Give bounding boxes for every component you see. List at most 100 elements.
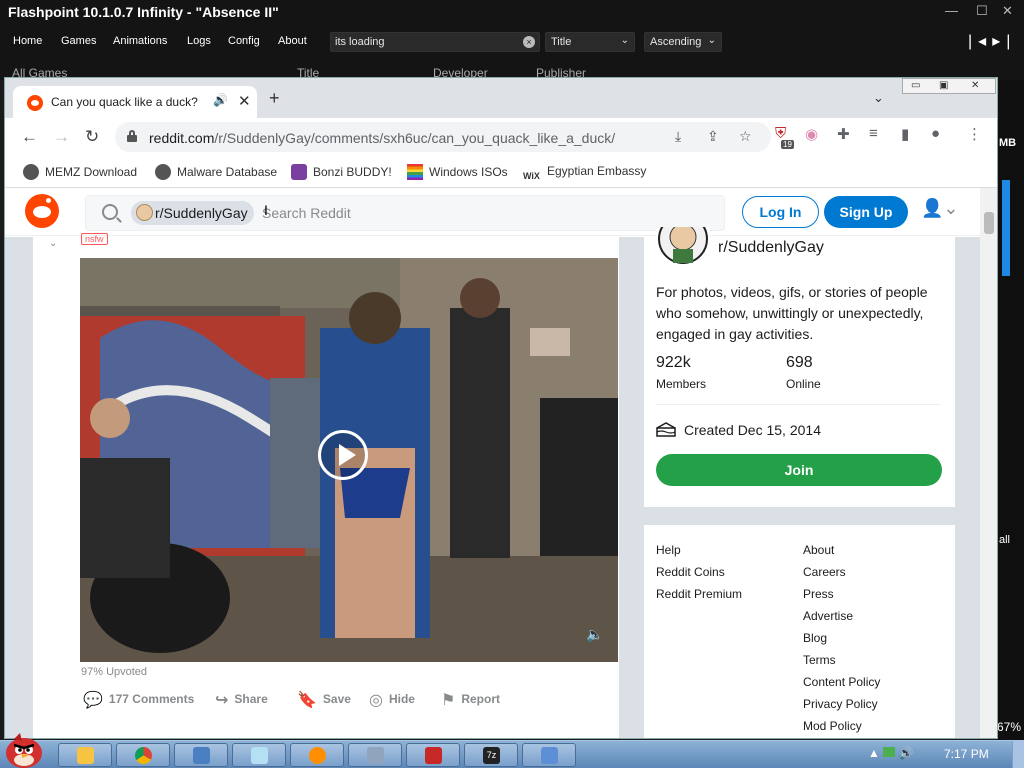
bookmark-memz[interactable]: MEMZ Download [23,164,137,180]
bookmark-windows-isos[interactable]: Windows ISOs [407,164,508,180]
trans-flag-extension-icon[interactable]: ◉ [805,125,818,143]
footer-link[interactable]: Reddit Premium [656,583,742,605]
report-button[interactable]: ⚑ Report [441,690,500,710]
members-count: 922k [656,354,691,371]
footer-link[interactable]: Privacy Policy [803,693,880,715]
chevron-down-icon: ⌄ [620,35,629,46]
online-count: 698 [786,354,813,371]
menu-logs[interactable]: Logs [187,35,211,47]
hide-button[interactable]: ◎ Hide [369,690,415,710]
minimize-icon[interactable]: ▭ [911,80,920,91]
taskbar-virtualbox[interactable] [174,743,228,767]
join-button[interactable]: Join [656,454,942,486]
close-icon[interactable]: ✕ [971,80,979,91]
menu-animations[interactable]: Animations [113,35,167,47]
comments-button[interactable]: 💬 177 Comments [83,690,194,710]
flag-icon: ⚑ [441,692,456,709]
comment-icon: 💬 [83,692,103,709]
signup-button[interactable]: Sign Up [824,196,908,228]
speaker-icon[interactable]: 🔊 [213,93,228,107]
bonzi-icon [291,164,307,180]
bookmark-egyptian-embassy[interactable]: WiX Egyptian Embassy [523,164,646,187]
menu-home[interactable]: Home [13,35,42,47]
side-panel-icon[interactable]: ▮ [901,125,909,143]
maximize-icon[interactable]: ☐ [976,3,988,19]
tab-search-chevron-icon[interactable]: ⌄ [873,90,884,106]
bookmark-bonzi-buddy[interactable]: Bonzi BUDDY! [291,164,392,180]
flashpoint-search-input[interactable]: its loading × [330,32,540,52]
footer-link[interactable]: Help [656,539,742,561]
start-button-angry-bird-icon[interactable] [2,729,46,768]
url-text[interactable]: reddit.com/r/SuddenlyGay/comments/sxh6uc… [149,130,615,146]
share-button[interactable]: ↪ Share [215,690,268,710]
taskbar-7zip[interactable]: 7z [464,743,518,767]
clear-search-icon[interactable]: × [523,36,535,48]
show-desktop-button[interactable] [1012,741,1024,768]
order-direction-select[interactable]: Ascending ⌄ [644,32,722,52]
tab-reddit[interactable]: Can you quack like a duck? - r/ 🔊 ✕ [13,86,257,118]
menu-games[interactable]: Games [61,35,96,47]
video-player[interactable]: 🔈 [80,258,618,662]
subreddit-name[interactable]: r/SuddenlyGay [718,239,824,257]
address-bar[interactable]: reddit.com/r/SuddenlyGay/comments/sxh6uc… [115,122,771,152]
footer-link[interactable]: Terms [803,649,880,671]
search-icon [102,204,118,220]
reddit-search-input[interactable]: r/SuddenlyGay Search Reddit [85,195,725,231]
back-arrow-icon[interactable]: ← [21,127,38,147]
share-icon[interactable]: ⇪ [707,128,719,145]
install-icon[interactable]: ⤓ [675,128,681,145]
restore-icon[interactable]: ▣ [939,80,948,91]
extensions-puzzle-icon[interactable]: ✚ [837,125,850,143]
new-tab-icon[interactable]: + [269,88,280,109]
order-direction-value: Ascending [650,36,702,48]
menu-about[interactable]: About [278,35,307,47]
close-tab-icon[interactable]: ✕ [238,92,251,110]
layout-toggle-icons[interactable]: |◂▸| [968,31,1016,51]
order-by-value: Title [551,36,572,48]
search-placeholder: Search Reddit [262,205,351,221]
taskbar-network[interactable] [348,743,402,767]
volume-icon[interactable]: 🔈 [586,626,603,643]
bookmark-malware-database[interactable]: Malware Database [155,164,277,180]
taskbar-notepad[interactable] [232,743,286,767]
footer-link[interactable]: About [803,539,880,561]
page-scrollbar[interactable] [980,188,997,738]
login-button[interactable]: Log In [742,196,819,228]
lock-icon[interactable] [127,130,137,142]
footer-link[interactable]: Careers [803,561,880,583]
reload-icon[interactable]: ↻ [85,127,99,147]
footer-link[interactable]: Press [803,583,880,605]
members-label: Members [656,377,707,391]
taskbar-keyboard[interactable] [522,743,576,767]
edge-mb-text: MB [999,137,1017,149]
scroll-thumb[interactable] [984,212,994,234]
menu-config[interactable]: Config [228,35,260,47]
taskbar-search-tool[interactable] [290,743,344,767]
footer-link[interactable]: Reddit Coins [656,561,742,583]
footer-link[interactable]: Advertise [803,605,880,627]
clock[interactable]: 7:17 PM [944,747,989,761]
footer-link[interactable]: Content Policy [803,671,880,693]
more-menu-icon[interactable]: ⋮ [967,125,982,143]
subreddit-search-chip[interactable]: r/SuddenlyGay [131,201,254,225]
collapse-chevron-icon[interactable]: ⌄ [49,238,57,249]
system-tray[interactable]: ▲ 🔊 [868,746,914,760]
taskbar-chrome[interactable] [116,743,170,767]
reddit-logo-icon[interactable] [25,194,59,228]
order-by-select[interactable]: Title ⌄ [545,32,635,52]
star-icon[interactable]: ☆ [739,128,752,145]
side-accent-bar [1002,180,1010,276]
taskbar-flashpoint[interactable] [406,743,460,767]
network-icon [367,747,384,764]
minimize-icon[interactable]: — [945,3,958,18]
taskbar-explorer[interactable] [58,743,112,767]
user-menu-icon[interactable]: 👤⌄ [921,198,959,219]
forward-arrow-icon[interactable]: → [53,127,70,147]
media-queue-icon[interactable]: ≡ [869,125,878,142]
save-button[interactable]: 🔖 Save [297,690,351,710]
footer-link[interactable]: Blog [803,627,880,649]
play-button-icon[interactable] [318,430,368,480]
close-icon[interactable]: ✕ [1002,3,1013,19]
profile-avatar-icon[interactable]: ● [931,125,940,142]
footer-link[interactable]: Mod Policy [803,715,880,737]
